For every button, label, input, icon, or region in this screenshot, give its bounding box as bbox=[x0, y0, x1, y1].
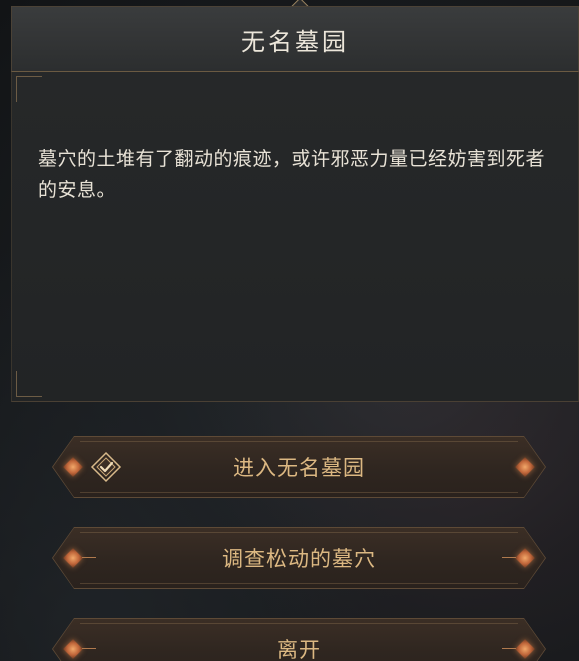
dialog-body bbox=[11, 72, 579, 402]
corner-ornament bbox=[16, 371, 42, 397]
dialog-title: 无名墓园 bbox=[241, 27, 349, 56]
option-label: 离开 bbox=[277, 638, 321, 661]
option-investigate-grave-button[interactable]: 调查松动的墓穴 bbox=[52, 527, 546, 589]
option-leave-button[interactable]: 离开 bbox=[52, 618, 546, 661]
dialog-title-bar: 无名墓园 bbox=[11, 6, 579, 72]
option-label: 调查松动的墓穴 bbox=[222, 547, 376, 571]
option-label: 进入无名墓园 bbox=[233, 456, 365, 480]
corner-ornament bbox=[16, 76, 42, 102]
dialog-description: 墓穴的土堆有了翻动的痕迹，或许邪恶力量已经妨害到死者的安息。 bbox=[38, 148, 546, 201]
option-enter-graveyard-button[interactable]: 进入无名墓园 bbox=[52, 436, 546, 498]
event-dialog: 无名墓园 墓穴的土堆有了翻动的痕迹，或许邪恶力量已经妨害到死者的安息。 bbox=[11, 0, 579, 402]
